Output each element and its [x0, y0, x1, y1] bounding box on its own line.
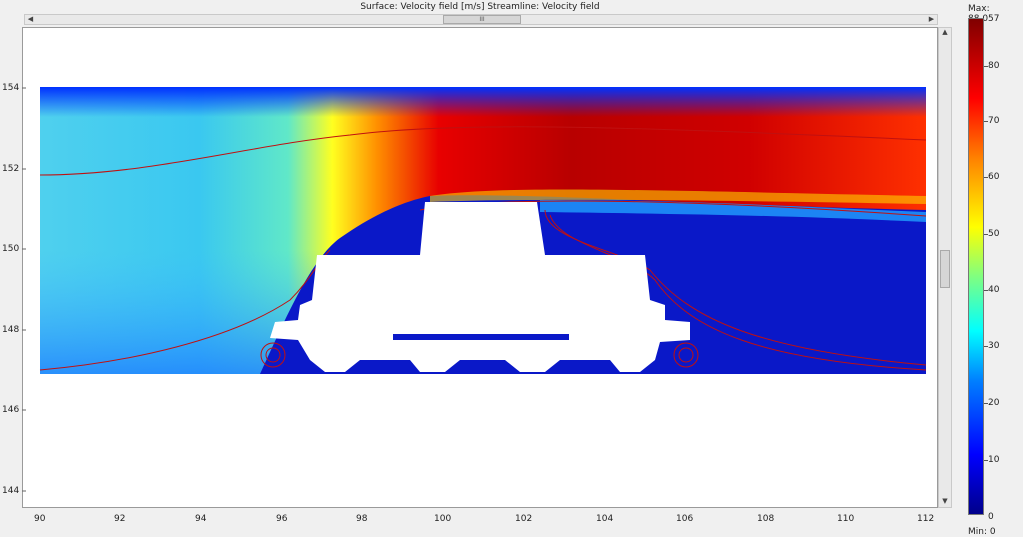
x-tick: 108: [757, 514, 775, 524]
colorbar-tick: 20: [988, 398, 1000, 408]
y-tick: 148: [2, 325, 20, 335]
y-axis-ticks: [22, 87, 26, 492]
colorbar-tick: 80: [988, 61, 1000, 71]
x-tick: 106: [676, 514, 694, 524]
y-tick: 144: [2, 486, 20, 496]
colorbar-tick: 70: [988, 116, 1000, 126]
y-tick: 154: [2, 83, 20, 93]
colorbar-min-label: Min: 0: [968, 527, 996, 537]
x-tick: 112: [917, 514, 935, 524]
x-tick: 102: [515, 514, 533, 524]
velocity-field-plot: [22, 87, 927, 492]
x-tick: 96: [276, 514, 288, 524]
colorbar-tick: 60: [988, 172, 1000, 182]
colorbar-tick: 10: [988, 455, 1000, 465]
colorbar-tick: 40: [988, 285, 1000, 295]
x-tick: 90: [34, 514, 46, 524]
y-tick: 152: [2, 164, 20, 174]
x-tick: 94: [195, 514, 207, 524]
x-tick: 92: [114, 514, 126, 524]
colorbar-tick: 0: [988, 512, 994, 522]
x-tick: 110: [837, 514, 855, 524]
colorbar: [968, 18, 984, 515]
colorbar-tick: 50: [988, 229, 1000, 239]
colorbar-tick: 30: [988, 341, 1000, 351]
x-tick: 104: [596, 514, 614, 524]
y-tick: 146: [2, 405, 20, 415]
y-tick: 150: [2, 244, 20, 254]
x-tick: 98: [356, 514, 368, 524]
x-tick: 100: [434, 514, 452, 524]
